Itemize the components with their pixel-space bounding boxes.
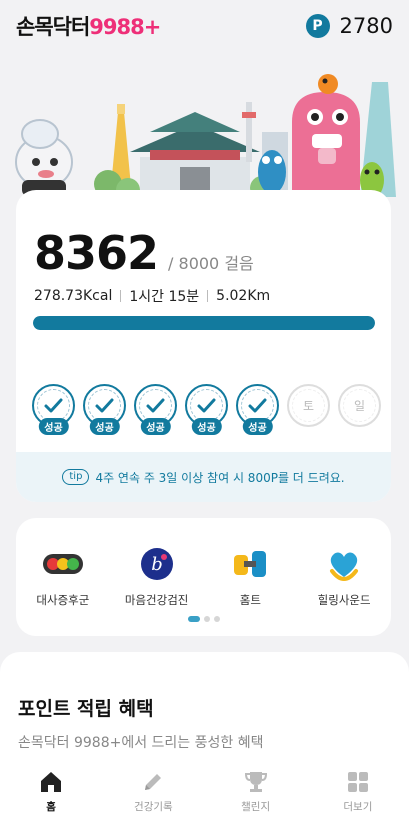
day-badge-sat: 토	[287, 384, 330, 427]
quick-menu-card: 대사증후군 b 마음건강검진 홈트 힐링사운드	[16, 518, 391, 636]
steps-row: 8362 / 8000 걸음	[34, 226, 254, 280]
step-count: 8362	[34, 226, 159, 280]
menu-item-home-training[interactable]: 홈트	[204, 544, 298, 608]
menu-label: 대사증후군	[36, 593, 90, 607]
day-badge-fri: 성공	[236, 384, 279, 435]
success-tag: 성공	[242, 418, 273, 435]
tab-label: 홈	[46, 800, 56, 813]
healing-heart-icon	[324, 544, 364, 584]
tip-badge: tip	[62, 469, 90, 485]
success-tag: 성공	[191, 418, 222, 435]
calories-value: 278.73Kcal	[34, 288, 113, 304]
step-card[interactable]: 8362 / 8000 걸음 278.73Kcal 1시간 15분 5.02Km…	[16, 190, 391, 502]
app-logo: 손목닥터9988+	[16, 11, 161, 41]
stat-divider	[207, 290, 209, 302]
bottom-tab-bar: 홈 건강기록 챌린지 더보기	[0, 763, 409, 819]
points-display[interactable]: P 2780	[305, 14, 393, 38]
menu-item-metabolic[interactable]: 대사증후군	[16, 544, 110, 608]
step-goal: / 8000 걸음	[168, 254, 254, 273]
day-badge-thu: 성공	[185, 384, 228, 435]
day-label-sat: 토	[302, 399, 315, 413]
menu-label: 홈트	[239, 593, 261, 607]
pagination-dot-active	[187, 616, 200, 622]
mind-checkup-icon: b	[137, 544, 177, 584]
home-icon	[41, 771, 62, 792]
tab-label: 더보기	[343, 800, 373, 813]
logo-text: 손목닥터	[16, 15, 90, 39]
day-badge-tue: 성공	[83, 384, 126, 435]
success-tag: 성공	[89, 418, 120, 435]
tab-health-record[interactable]: 건강기록	[102, 763, 204, 819]
quick-menu: 대사증후군 b 마음건강검진 홈트 힐링사운드	[16, 544, 391, 608]
banner-illustration	[0, 62, 409, 202]
tab-challenge[interactable]: 챌린지	[205, 763, 307, 819]
pencil-icon	[145, 773, 162, 790]
day-label-sun: 일	[353, 399, 366, 413]
trophy-icon	[244, 771, 267, 792]
city-mascot-illustration	[15, 74, 396, 202]
pagination-dot	[203, 616, 210, 622]
logo-number: 9988+	[89, 15, 161, 39]
activity-stats: 278.73Kcal 1시간 15분 5.02Km	[34, 286, 270, 306]
section-title: 포인트 적립 혜택	[18, 698, 154, 720]
menu-item-healing-sound[interactable]: 힐링사운드	[297, 544, 391, 608]
day-badge-mon: 성공	[32, 384, 75, 435]
menu-label: 마음건강검진	[124, 593, 189, 607]
tip-text: 4주 연속 주 3일 이상 참여 시 800P를 더 드려요.	[95, 470, 345, 485]
day-badge-sun: 일	[338, 384, 381, 427]
points-icon: P	[305, 14, 330, 38]
weekly-attendance: 성공 성공 성공 성공 성공 토 일	[32, 384, 381, 435]
section-subtitle: 손목닥터 9988+에서 드리는 풍성한 혜택	[18, 735, 264, 751]
pagination-dots	[187, 616, 220, 622]
success-tag: 성공	[140, 418, 171, 435]
tab-more[interactable]: 더보기	[307, 763, 409, 819]
distance-value: 5.02Km	[216, 288, 271, 304]
tip-banner: tip 4주 연속 주 3일 이상 참여 시 800P를 더 드려요.	[16, 452, 391, 502]
success-tag: 성공	[38, 418, 69, 435]
step-progress-fill	[33, 316, 375, 330]
points-value: 2780	[339, 14, 393, 38]
day-badge-wed: 성공	[134, 384, 177, 435]
stat-divider	[120, 290, 122, 302]
traffic-light-icon	[42, 544, 83, 584]
menu-item-mind-checkup[interactable]: b 마음건강검진	[110, 544, 204, 608]
duration-value: 1시간 15분	[129, 289, 200, 305]
step-progress-bar	[33, 316, 375, 330]
tab-home[interactable]: 홈	[0, 763, 102, 819]
top-bar: 손목닥터9988+ P 2780	[0, 0, 409, 52]
tab-label: 챌린지	[241, 800, 271, 813]
menu-label: 힐링사운드	[317, 593, 371, 607]
dumbbell-icon	[230, 544, 270, 584]
tab-label: 건강기록	[134, 800, 173, 813]
pagination-dot	[213, 616, 220, 622]
grid-icon	[347, 771, 368, 792]
